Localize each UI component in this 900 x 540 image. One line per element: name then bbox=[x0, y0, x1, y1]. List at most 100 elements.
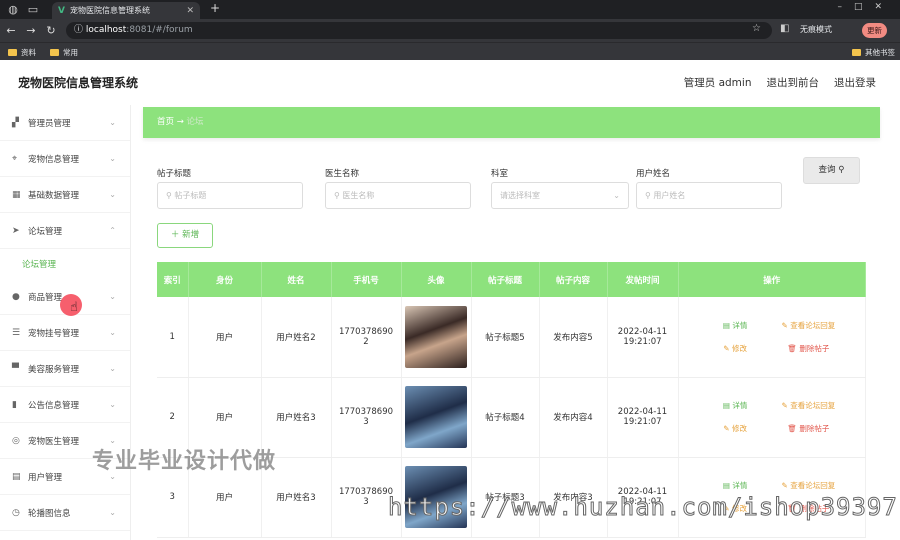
list-icon: ☰ bbox=[12, 327, 21, 338]
user-icon: ● bbox=[12, 291, 20, 302]
col-content[interactable]: 帖子内容 bbox=[539, 262, 608, 297]
detail-button[interactable]: ▤ 详情 bbox=[699, 480, 772, 491]
arrow-right-icon: → bbox=[176, 117, 187, 127]
breadcrumb: 首页 → 论坛 bbox=[143, 107, 880, 138]
view-reply-button[interactable]: ✎ 查看论坛回复 bbox=[772, 400, 845, 411]
mouse-cursor-icon: ☝ bbox=[70, 300, 78, 315]
chevron-down-icon: ⌄ bbox=[613, 191, 620, 200]
detail-button[interactable]: ▤ 详情 bbox=[699, 320, 772, 331]
cell-index: 1 bbox=[157, 297, 189, 378]
update-button[interactable]: 更新 bbox=[862, 23, 887, 38]
cell-avatar bbox=[401, 297, 472, 378]
title-filter-label: 帖子标题 bbox=[157, 169, 192, 179]
folder-icon bbox=[50, 49, 59, 56]
cell-ops: ▤ 详情 ✎ 查看论坛回复 ✎ 修改 🗑 删除帖子 bbox=[678, 297, 866, 378]
incognito-label[interactable]: 无痕模式 bbox=[800, 24, 832, 35]
sidebar-item-base-data[interactable]: ▦ 基础数据管理 ⌄ bbox=[0, 177, 130, 213]
delete-button[interactable]: 🗑 删除帖子 bbox=[772, 343, 845, 354]
edit-button[interactable]: ✎ 修改 bbox=[699, 423, 772, 434]
bookmark-item[interactable]: 常用 bbox=[50, 47, 78, 58]
cell-content: 发布内容5 bbox=[539, 297, 608, 378]
chevron-down-icon: ⌄ bbox=[109, 154, 116, 163]
col-title[interactable]: 帖子标题 bbox=[471, 262, 540, 297]
other-bookmarks[interactable]: 其他书签 bbox=[852, 47, 895, 58]
new-tab-icon[interactable]: + bbox=[210, 1, 220, 15]
bookmarks-bar: 资料 常用 其他书签 bbox=[0, 42, 900, 60]
url-host: localhost bbox=[85, 25, 127, 35]
sidebar-subitem-forum[interactable]: 论坛管理 bbox=[0, 249, 130, 279]
sidebar-item-beauty[interactable]: ▀ 美容服务管理 ⌄ bbox=[0, 351, 130, 387]
dept-filter-label: 科室 bbox=[491, 169, 509, 179]
delete-button[interactable]: 🗑 删除帖子 bbox=[772, 423, 845, 434]
cell-title: 帖子标题4 bbox=[471, 377, 540, 458]
cell-ops: ▤ 详情 ✎ 查看论坛回复 ✎ 修改 🗑 删除帖子 bbox=[678, 377, 866, 458]
bookmark-star-icon[interactable]: ☆ bbox=[752, 23, 761, 34]
col-index[interactable]: 索引 bbox=[157, 262, 189, 297]
url-field[interactable]: ⓘ localhost:8081/#/forum bbox=[66, 22, 772, 39]
view-reply-button[interactable]: ✎ 查看论坛回复 bbox=[772, 480, 845, 491]
sidebar-item-pet-info[interactable]: ⌖ 宠物信息管理 ⌄ bbox=[0, 141, 130, 177]
cell-avatar bbox=[401, 377, 472, 458]
col-name[interactable]: 姓名 bbox=[261, 262, 332, 297]
window-icon[interactable]: ▭ bbox=[26, 3, 40, 17]
search-icon: ⚲ bbox=[838, 165, 845, 175]
app: 宠物医院信息管理系统 管理员 admin 退出到前台 退出登录 ▞ 管理员管理 ⌄ … bbox=[0, 60, 900, 540]
sidepanel-icon[interactable]: ◧ bbox=[780, 23, 789, 34]
sidebar-item-admin[interactable]: ▞ 管理员管理 ⌄ bbox=[0, 105, 130, 141]
chevron-down-icon: ⌄ bbox=[109, 364, 116, 373]
plus-icon: ＋ bbox=[170, 230, 183, 240]
reload-icon[interactable]: ↻ bbox=[42, 24, 60, 37]
globe-icon[interactable]: ◍ bbox=[6, 3, 20, 17]
chevron-down-icon: ⌄ bbox=[109, 190, 116, 199]
forward-icon[interactable]: → bbox=[22, 24, 40, 37]
doctor-search-input[interactable]: ⚲ 医生名称 bbox=[325, 182, 471, 209]
app-title: 宠物医院信息管理系统 bbox=[18, 76, 139, 90]
window-controls[interactable]: –□✕ bbox=[837, 2, 894, 12]
breadcrumb-current: 论坛 bbox=[186, 117, 204, 127]
col-phone[interactable]: 手机号 bbox=[331, 262, 402, 297]
sidebar-item-carousel[interactable]: ◷ 轮播图信息 ⌄ bbox=[0, 495, 130, 531]
col-time[interactable]: 发帖时间 bbox=[607, 262, 679, 297]
pet-icon: ⌖ bbox=[12, 153, 18, 164]
col-role[interactable]: 身份 bbox=[188, 262, 262, 297]
user-search-input[interactable]: ⚲ 用户姓名 bbox=[636, 182, 782, 209]
address-bar-row: ← → ↻ ⓘ localhost:8081/#/forum ☆ ◧ 无痕模式 … bbox=[0, 19, 900, 42]
chevron-down-icon: ⌄ bbox=[109, 292, 116, 301]
cell-content: 发布内容4 bbox=[539, 377, 608, 458]
breadcrumb-home[interactable]: 首页 bbox=[157, 117, 174, 127]
col-avatar: 头像 bbox=[401, 262, 472, 297]
user-filter-label: 用户姓名 bbox=[636, 169, 671, 179]
sidebar-item-forum[interactable]: ➤ 论坛管理 ⌃ bbox=[0, 213, 130, 249]
browser-tab-strip: ◍ ▭ V 宠物医院信息管理系统 ✕ + –□✕ bbox=[0, 0, 900, 19]
admin-user-label: 管理员 admin bbox=[683, 77, 752, 89]
browser-tab[interactable]: V 宠物医院信息管理系统 ✕ bbox=[52, 2, 200, 19]
col-ops: 操作 bbox=[678, 262, 866, 297]
bookmark-item[interactable]: 资料 bbox=[8, 47, 36, 58]
chevron-up-icon: ⌃ bbox=[109, 226, 116, 235]
edit-button[interactable]: ✎ 修改 bbox=[699, 343, 772, 354]
users-icon: ▞ bbox=[12, 117, 19, 128]
vue-favicon-icon: V bbox=[58, 5, 65, 16]
query-button[interactable]: 查询 ⚲ bbox=[803, 157, 860, 184]
chevron-down-icon: ⌄ bbox=[109, 508, 116, 517]
add-button[interactable]: ＋ 新增 bbox=[157, 223, 213, 248]
avatar bbox=[405, 386, 467, 448]
dept-select[interactable]: 请选择科室 ⌄ bbox=[491, 182, 629, 209]
sidebar-item-notice[interactable]: ▮ 公告信息管理 ⌄ bbox=[0, 387, 130, 423]
avatar bbox=[405, 305, 467, 368]
logout-link[interactable]: 退出登录 bbox=[834, 75, 876, 90]
sidebar-item-registration[interactable]: ☰ 宠物挂号管理 ⌄ bbox=[0, 315, 130, 351]
title-search-input[interactable]: ⚲ 帖子标题 bbox=[157, 182, 303, 209]
view-reply-button[interactable]: ✎ 查看论坛回复 bbox=[772, 320, 845, 331]
cell-name: 用户姓名2 bbox=[261, 297, 332, 378]
doctor-filter-label: 医生名称 bbox=[325, 169, 360, 179]
back-icon[interactable]: ← bbox=[2, 24, 20, 37]
detail-button[interactable]: ▤ 详情 bbox=[699, 400, 772, 411]
compass-icon: ◎ bbox=[12, 435, 20, 446]
close-tab-icon[interactable]: ✕ bbox=[186, 6, 194, 16]
cell-time: 2022-04-11 19:21:07 bbox=[607, 297, 679, 378]
grid-icon: ▦ bbox=[12, 189, 21, 200]
back-to-front-link[interactable]: 退出到前台 bbox=[767, 75, 820, 90]
watermark-url: https://www.huzhan.com/ishop39397 bbox=[388, 493, 898, 522]
header: 宠物医院信息管理系统 管理员 admin 退出到前台 退出登录 bbox=[0, 60, 900, 105]
